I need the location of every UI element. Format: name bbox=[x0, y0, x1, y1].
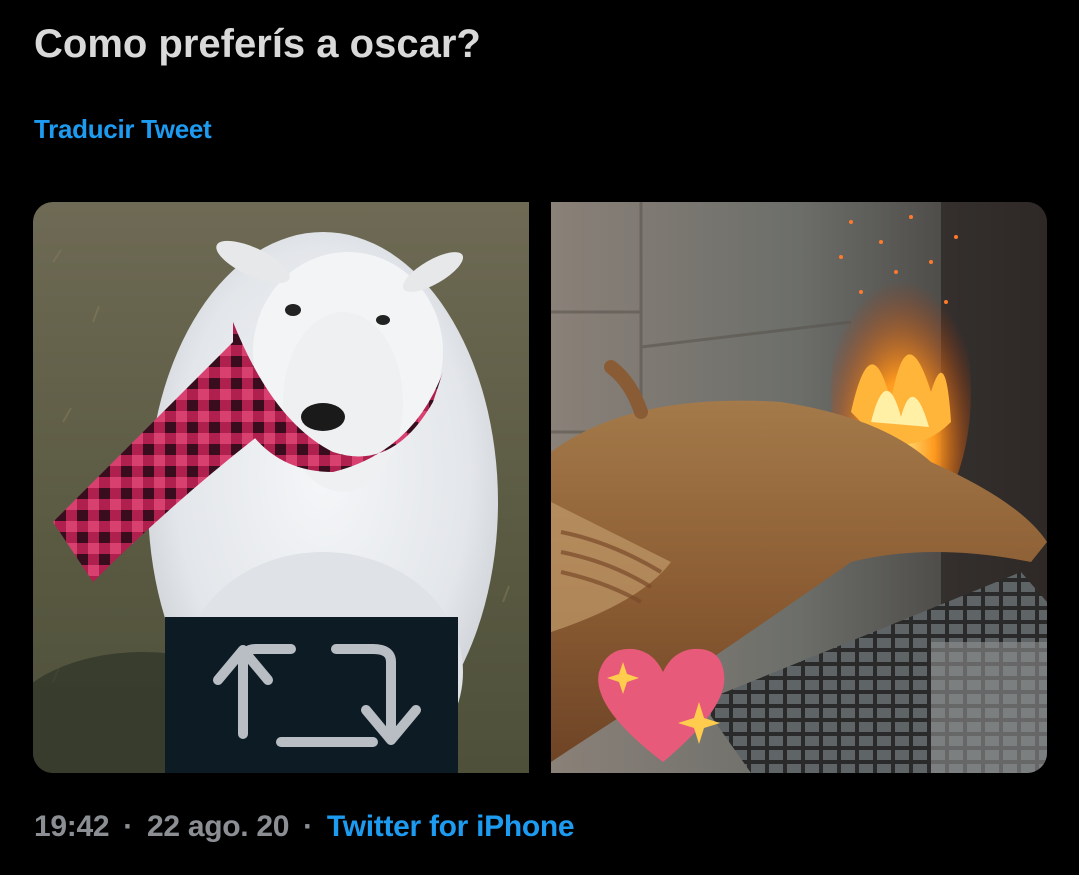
roast-photo bbox=[551, 202, 1047, 773]
tweet-meta: 19:42 · 22 ago. 20 · Twitter for iPhone bbox=[34, 810, 575, 844]
meta-separator: · bbox=[123, 810, 133, 843]
media-image-roast[interactable] bbox=[551, 202, 1047, 773]
media-image-sheep[interactable] bbox=[33, 202, 529, 773]
tweet-text: Como preferís a oscar? bbox=[34, 22, 481, 66]
meta-separator: · bbox=[303, 810, 313, 843]
translate-tweet-link[interactable]: Traducir Tweet bbox=[34, 114, 212, 145]
tweet-time: 19:42 bbox=[34, 810, 110, 843]
tweet-date: 22 ago. 20 bbox=[147, 810, 290, 843]
tweet-source-link[interactable]: Twitter for iPhone bbox=[327, 810, 575, 843]
media-grid bbox=[33, 202, 1047, 773]
sheep-photo bbox=[33, 202, 529, 773]
